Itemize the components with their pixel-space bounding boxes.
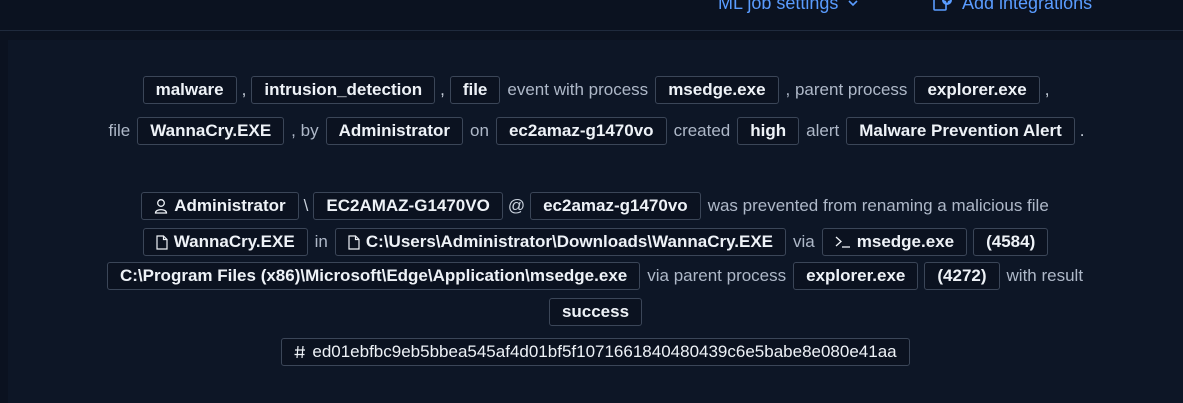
hash-icon — [294, 345, 306, 359]
file-icon — [348, 234, 360, 250]
summary-line-2: file WannaCry.EXE , by Administrator on … — [8, 117, 1183, 145]
on-text: on — [470, 121, 489, 140]
host-name-badge[interactable]: ec2amaz-g1470vo — [530, 192, 701, 220]
process-name-label: msedge.exe — [856, 232, 955, 251]
file-name-badge[interactable]: WannaCry.EXE — [137, 117, 285, 145]
process-pid-badge[interactable]: (4584) — [973, 228, 1049, 256]
chevron-down-icon — [846, 0, 860, 10]
file-icon — [156, 234, 168, 250]
process-name-badge[interactable]: msedge.exe — [655, 76, 779, 104]
terminal-icon — [835, 235, 851, 249]
user-name-label: Administrator — [174, 196, 286, 215]
parent-process-badge[interactable]: explorer.exe — [914, 76, 1040, 104]
via-parent-process-text: via parent process — [647, 266, 787, 285]
event-category-badge[interactable]: intrusion_detection — [251, 76, 436, 104]
detail-line-2: WannaCry.EXE in C:\Users\Administrator\D… — [8, 228, 1183, 256]
alert-details-panel: malware , intrusion_detection , file eve… — [8, 40, 1183, 403]
result-badge[interactable]: success — [548, 298, 643, 326]
backslash-separator: \ — [303, 196, 309, 215]
file-name-label: WannaCry.EXE — [173, 232, 295, 251]
file-name-detail-badge[interactable]: WannaCry.EXE — [142, 228, 308, 256]
event-with-process-text: event with process — [507, 80, 649, 99]
action-text: was prevented from renaming a malicious … — [707, 196, 1049, 215]
top-toolbar: ML job settings Add integrations — [0, 0, 1183, 31]
hash-value-label: ed01ebfbc9eb5bbea545af4d01bf5f1071661840… — [312, 342, 897, 361]
process-path-badge[interactable]: C:\Program Files (x86)\Microsoft\Edge\Ap… — [106, 262, 641, 290]
comma-separator: , — [1044, 80, 1050, 99]
process-name-detail-badge[interactable]: msedge.exe — [821, 228, 968, 256]
add-integration-icon — [932, 0, 954, 12]
domain-badge[interactable]: EC2AMAZ-G1470VO — [313, 192, 503, 220]
by-text: , by — [291, 121, 319, 140]
summary-line-1: malware , intrusion_detection , file eve… — [8, 76, 1183, 104]
rule-name-badge[interactable]: Malware Prevention Alert — [846, 117, 1075, 145]
comma-separator: , — [440, 80, 445, 99]
alert-text: alert — [806, 121, 840, 140]
add-integrations-label: Add integrations — [962, 0, 1093, 13]
file-path-label: C:\Users\Administrator\Downloads\WannaCr… — [365, 232, 774, 251]
parent-process-text: , parent process — [785, 80, 908, 99]
detail-line-1: Administrator \ EC2AMAZ-G1470VO @ ec2ama… — [8, 192, 1183, 220]
host-badge[interactable]: ec2amaz-g1470vo — [495, 117, 667, 145]
user-icon — [154, 198, 168, 214]
event-category-badge[interactable]: file — [449, 76, 501, 104]
via-text: via — [793, 232, 815, 251]
severity-badge[interactable]: high — [737, 117, 800, 145]
with-result-text: with result — [1006, 266, 1084, 285]
file-text: file — [108, 121, 131, 140]
created-text: created — [673, 121, 731, 140]
file-path-badge[interactable]: C:\Users\Administrator\Downloads\WannaCr… — [334, 228, 787, 256]
ml-job-settings-button[interactable]: ML job settings — [718, 0, 860, 18]
comma-separator: , — [241, 80, 247, 99]
parent-process-pid-badge[interactable]: (4272) — [924, 262, 1000, 290]
detail-line-4: success — [8, 298, 1183, 326]
hash-badge[interactable]: ed01ebfbc9eb5bbea545af4d01bf5f1071661840… — [281, 338, 910, 366]
ml-job-settings-label: ML job settings — [718, 0, 839, 13]
detail-line-3: C:\Program Files (x86)\Microsoft\Edge\Ap… — [8, 262, 1183, 290]
parent-process-name-badge[interactable]: explorer.exe — [793, 262, 919, 290]
event-category-badge[interactable]: malware — [142, 76, 237, 104]
user-name-badge[interactable]: Administrator — [141, 192, 299, 220]
add-integrations-button[interactable]: Add integrations — [932, 0, 1092, 18]
user-badge[interactable]: Administrator — [325, 117, 464, 145]
period: . — [1079, 121, 1085, 140]
detail-line-5: ed01ebfbc9eb5bbea545af4d01bf5f1071661840… — [8, 338, 1183, 366]
in-text: in — [314, 232, 328, 251]
at-separator: @ — [507, 196, 526, 215]
